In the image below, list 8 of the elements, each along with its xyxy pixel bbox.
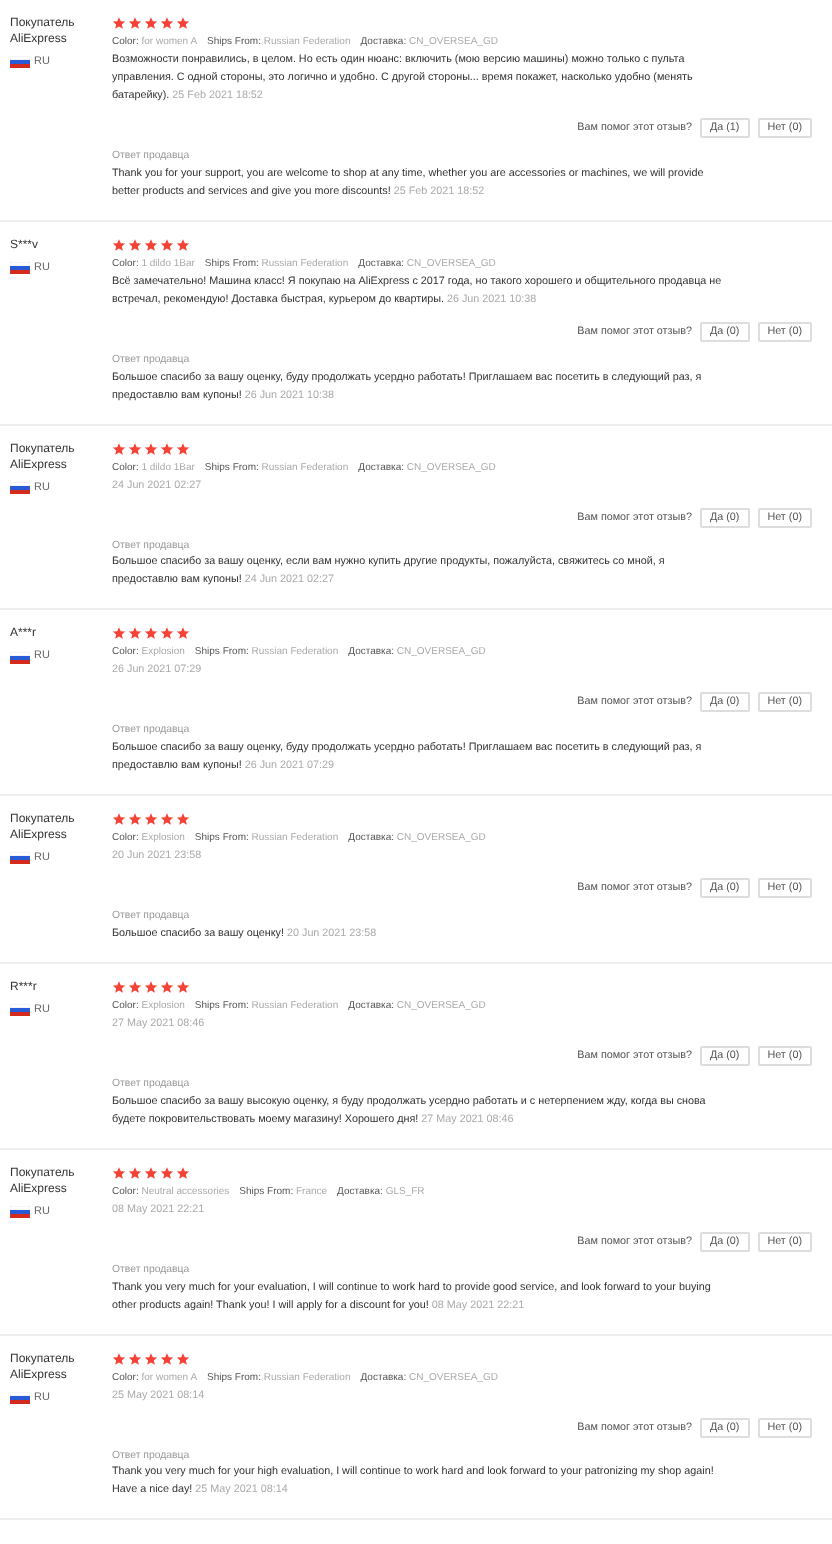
flag-icon <box>10 852 30 865</box>
flag-icon <box>10 481 30 494</box>
flag-icon <box>10 261 30 274</box>
flag-icon <box>10 1004 30 1017</box>
flag-icon <box>10 56 30 69</box>
flag-icon <box>10 651 30 664</box>
flag-icon <box>10 1391 30 1404</box>
flag-icon <box>10 1205 30 1218</box>
